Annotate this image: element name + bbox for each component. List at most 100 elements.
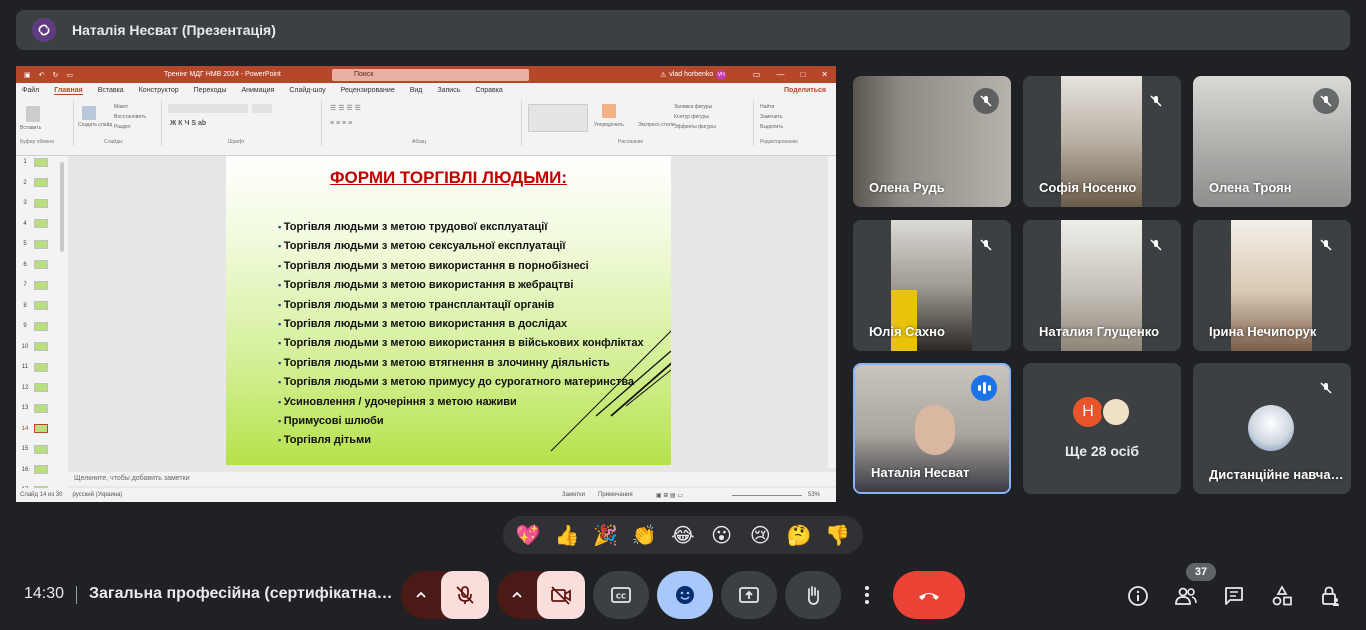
- camera-toggle-button[interactable]: [537, 571, 585, 619]
- meeting-title: Загальна професійна (сертифікатна…: [89, 585, 393, 602]
- slide-thumbnail-image: [34, 301, 48, 310]
- svg-text:CC: CC: [616, 593, 626, 601]
- present-icon: ▭: [66, 71, 73, 79]
- slide-thumbnail-number: 14: [21, 425, 29, 432]
- minimize-icon: —: [776, 70, 785, 79]
- closed-captions-icon: CC: [611, 587, 631, 603]
- participant-tile[interactable]: Юлія Сахно: [853, 220, 1011, 351]
- reaction-laugh[interactable]: 😂: [665, 517, 701, 553]
- participant-tile[interactable]: Наталия Глущенко: [1023, 220, 1181, 351]
- slide-thumbnail: 10: [16, 337, 68, 357]
- slide-thumbnail-number: 11: [21, 364, 29, 370]
- participant-avatar-photo: [1101, 397, 1131, 427]
- end-call-icon: [919, 593, 939, 600]
- slide-thumbnail-image: [34, 444, 48, 454]
- mic-off-icon: [973, 88, 999, 114]
- slide-thumbnail-image: [34, 157, 48, 167]
- captions-button[interactable]: CC: [593, 571, 649, 619]
- slide-bullet-item: Торгівля людьми з метою сексуальної експ…: [278, 237, 644, 256]
- reactions-button[interactable]: [657, 571, 713, 619]
- reaction-thumbs-down[interactable]: 👎: [820, 517, 856, 553]
- host-controls-button[interactable]: [1317, 583, 1343, 609]
- divider: [76, 586, 77, 604]
- mic-control-group: [401, 571, 489, 619]
- ribbon-group-label: Слайды: [104, 139, 123, 145]
- chat-button[interactable]: [1221, 583, 1247, 609]
- reaction-thumbs-up[interactable]: 👍: [549, 517, 585, 553]
- present-screen-icon: [739, 587, 759, 603]
- slide-thumbnail-image: [34, 424, 48, 433]
- align-icons: ≡ ≡ ≡ ≡: [330, 120, 353, 127]
- slide-thumbnail-number: 4: [23, 220, 27, 227]
- reaction-sad[interactable]: 😢: [742, 517, 778, 553]
- participant-name: Ірина Нечипорук: [1209, 324, 1317, 339]
- ppt-user-name: vlad horbenko: [669, 71, 714, 78]
- ribbon-group-label: Буфер обмена: [20, 139, 54, 145]
- participant-tile-speaking[interactable]: Наталія Несват: [853, 363, 1011, 494]
- mic-options-button[interactable]: [401, 571, 441, 619]
- chat-icon: [1225, 587, 1243, 605]
- presenter-bar: Наталія Несват (Презентація): [16, 10, 1350, 50]
- decorative-lines: [550, 330, 671, 452]
- reaction-thinking[interactable]: 🤔: [781, 517, 817, 553]
- leave-call-button[interactable]: [893, 571, 965, 619]
- slide-scrollbar: [828, 156, 836, 468]
- raise-hand-button[interactable]: [785, 571, 841, 619]
- mic-off-icon: [1313, 232, 1339, 258]
- font-size-box: [252, 104, 272, 113]
- reaction-heart[interactable]: 💖: [510, 517, 546, 553]
- participant-tile[interactable]: Ірина Нечипорук: [1193, 220, 1351, 351]
- more-options-button[interactable]: [849, 571, 885, 619]
- chevron-up-icon: [416, 591, 426, 598]
- participant-name: Софія Носенко: [1039, 180, 1137, 195]
- mic-off-icon: [1313, 88, 1339, 114]
- slide-thumbnail: 14: [16, 419, 68, 439]
- camera-options-button[interactable]: [497, 571, 537, 619]
- video-face: [915, 405, 955, 455]
- effects-label: Эффекты фигуры: [674, 124, 716, 130]
- arrange-label: Упорядочить: [594, 122, 624, 128]
- activities-button[interactable]: [1269, 583, 1295, 609]
- slide-thumbnail-number: 15: [21, 446, 29, 452]
- participant-tile[interactable]: Софія Носенко: [1023, 76, 1181, 207]
- more-participants-tile[interactable]: Н Ще 28 осіб: [1023, 363, 1181, 494]
- participant-tile[interactable]: Дистанційне навчання: [1193, 363, 1351, 494]
- new-slide-label: Создать слайд: [78, 122, 113, 128]
- info-icon: [1128, 586, 1148, 606]
- arrange-icon: [602, 104, 616, 118]
- ppt-user: ⚠ vlad horbenko VH: [660, 69, 727, 80]
- slide-thumbnail-image: [34, 321, 48, 331]
- participant-tile[interactable]: Олена Рудь: [853, 76, 1011, 207]
- slide-thumbnail: 1: [16, 152, 68, 172]
- reaction-party[interactable]: 🎉: [588, 517, 624, 553]
- hand-icon: [807, 586, 819, 605]
- reaction-clap[interactable]: 👏: [626, 517, 662, 553]
- presenter-title: Наталія Несват (Презентація): [72, 22, 276, 38]
- slide-thumbnail-number: 7: [23, 282, 27, 288]
- speaking-indicator-icon: [971, 375, 997, 401]
- slide-thumbnail: 11: [16, 357, 68, 377]
- meeting-details-button[interactable]: [1125, 583, 1151, 609]
- chevron-up-icon: [512, 591, 522, 598]
- reactions-bar: 💖 👍 🎉 👏 😂 😮 😢 🤔 👎: [503, 516, 863, 554]
- quick-styles-label: Экспресс-стили: [638, 122, 675, 128]
- list-icons: ☰ ☰ ☰ ☰: [330, 105, 361, 112]
- slide-thumbnail: 5: [16, 234, 68, 254]
- ribbon-group-label: Абзац: [412, 139, 427, 145]
- save-icon: ▣: [24, 71, 31, 79]
- mic-toggle-button[interactable]: [441, 571, 489, 619]
- ppt-titlebar: ▣ ↶ ↻ ▭ Тренінг МДГ НМВ 2024 - PowerPoin…: [16, 66, 836, 83]
- ppt-tab: Файл: [22, 87, 40, 94]
- present-button[interactable]: [721, 571, 777, 619]
- reaction-surprised[interactable]: 😮: [704, 517, 740, 553]
- undo-icon: ↶: [38, 71, 45, 79]
- ppt-share-button: Поделиться: [783, 87, 826, 94]
- participant-name: Олена Рудь: [869, 180, 945, 195]
- participant-tile[interactable]: Олена Троян: [1193, 76, 1351, 207]
- maximize-icon: □: [800, 70, 806, 79]
- view-icons: ▣ ⊞ ▤ ▭: [656, 492, 684, 499]
- slide-thumbnail-number: 10: [21, 343, 29, 350]
- slide-thumbnail: 12: [16, 378, 68, 398]
- people-button[interactable]: [1173, 583, 1199, 609]
- paste-icon: [26, 106, 40, 122]
